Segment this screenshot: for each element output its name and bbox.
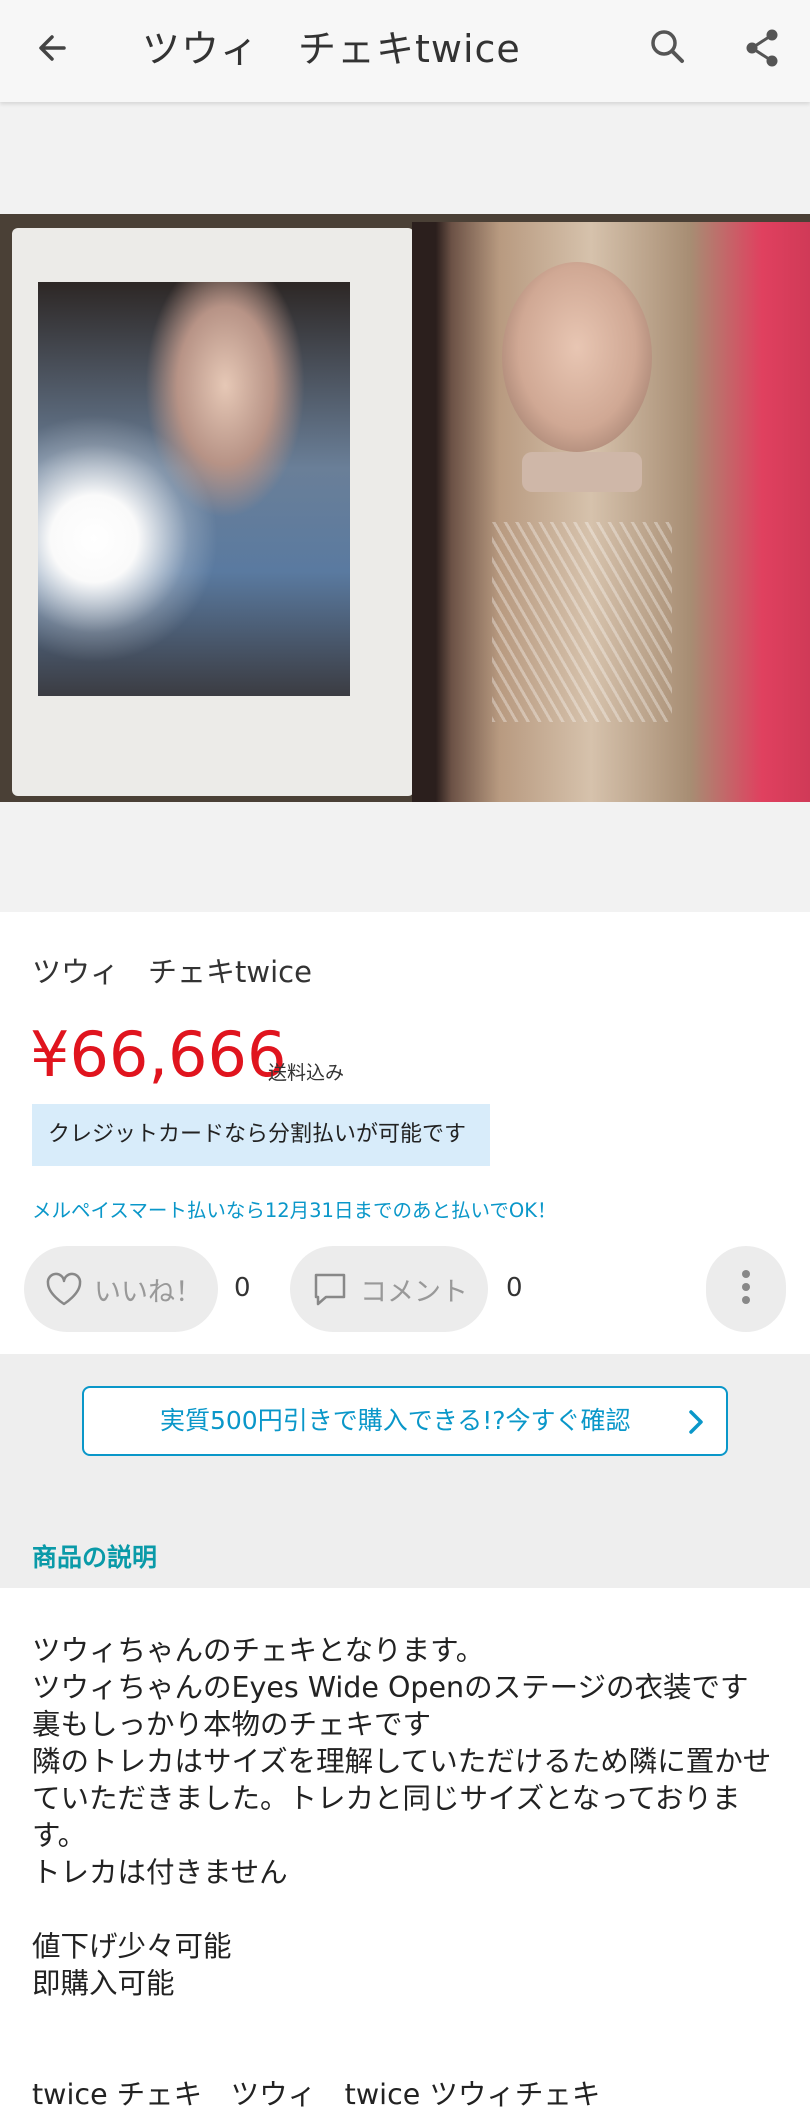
description-line: ツウィちゃんのチェキとなります。 (32, 1634, 485, 1667)
heart-icon (42, 1267, 86, 1311)
portrait-jewelry (492, 522, 672, 722)
comment-button[interactable]: コメント (290, 1246, 488, 1332)
description-line: ツウィちゃんのEyes Wide Openのステージの衣装です (32, 1671, 749, 1704)
description-line: 隣のトレカはサイズを理解していただけるため隣に置かせていただきました。トレカと同… (32, 1745, 772, 1852)
promo-label: 実質500円引きで購入できる!?今すぐ確認 (160, 1406, 631, 1435)
product-description: ツウィちゃんのチェキとなります。 ツウィちゃんのEyes Wide Openのス… (32, 1632, 784, 2002)
comment-icon (308, 1267, 352, 1311)
back-arrow-icon[interactable] (30, 22, 82, 74)
discount-promo-button[interactable]: 実質500円引きで購入できる!?今すぐ確認 (82, 1386, 728, 1456)
description-line: 即購入可能 (32, 1967, 175, 2000)
shipping-note: 送料込み (268, 1062, 345, 1084)
trading-card-photo (412, 222, 810, 802)
product-title: ツウィ チェキtwice (32, 955, 312, 989)
portrait-face (502, 262, 652, 452)
cheki-image (38, 282, 350, 696)
like-button[interactable]: いいね！ (24, 1246, 218, 1332)
vertical-dots-icon (740, 1267, 752, 1311)
search-icon[interactable] (642, 22, 694, 74)
comment-label: コメント (360, 1276, 468, 1308)
description-heading: 商品の説明 (32, 1543, 158, 1572)
description-line: 値下げ少々可能 (32, 1930, 232, 1963)
like-label: いいね！ (94, 1276, 202, 1308)
app-bar: ツウィ チェキtwice (0, 0, 810, 102)
share-icon[interactable] (736, 22, 788, 74)
description-line: トレカは付きません (32, 1856, 288, 1889)
page-title: ツウィ チェキtwice (142, 27, 521, 71)
comment-count: 0 (506, 1273, 523, 1303)
description-line (32, 1891, 784, 1928)
product-photo[interactable] (0, 214, 810, 802)
portrait-neck (522, 452, 642, 492)
more-options-button[interactable] (706, 1246, 786, 1332)
product-price: ¥66,666 (30, 1018, 287, 1091)
description-line: 裏もしっかり本物のチェキです (32, 1708, 432, 1741)
cheki-photo (12, 228, 414, 796)
description-tags: twice チェキ ツウィ twice ツウィチェキ (32, 2078, 601, 2111)
merpay-link[interactable]: メルペイスマート払いなら12月31日までのあと払いでOK！ (32, 1194, 557, 1223)
credit-notice: クレジットカードなら分割払いが可能です (32, 1104, 490, 1166)
chevron-right-icon (684, 1408, 708, 1436)
like-count: 0 (234, 1273, 251, 1303)
